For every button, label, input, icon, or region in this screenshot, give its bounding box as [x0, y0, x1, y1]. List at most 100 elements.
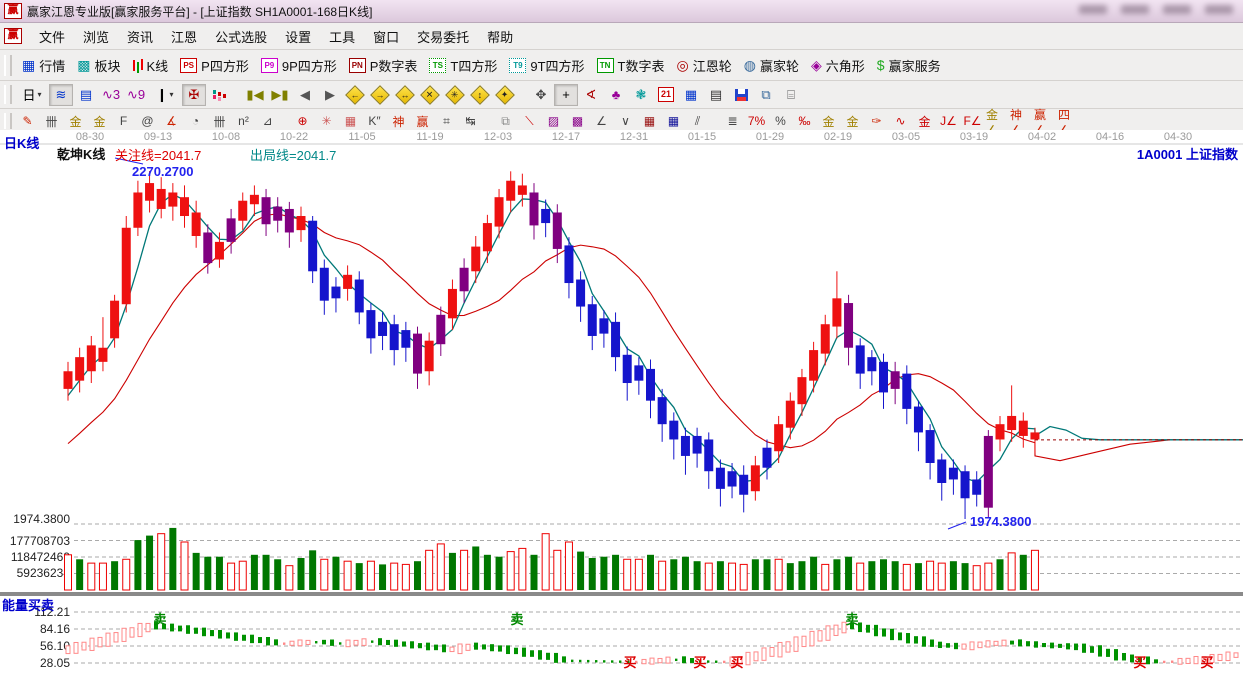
menu-item-7[interactable]: 窗口	[364, 24, 408, 49]
percent-eq-button[interactable]: ‰	[793, 111, 816, 132]
grid-blue-button[interactable]: ▦	[662, 111, 685, 132]
toolbar-grip[interactable]	[4, 85, 12, 104]
f-angle-button[interactable]: F∠	[961, 111, 984, 132]
goto-last-button[interactable]: ▶▮	[268, 84, 292, 106]
menu-item-9[interactable]: 帮助	[478, 24, 522, 49]
kline-button[interactable]: K线	[127, 53, 175, 78]
export-tool-button[interactable]: ⧉	[754, 84, 778, 106]
star-web-button[interactable]: ✳	[315, 111, 338, 132]
9p-square-button[interactable]: P99P四方形	[255, 53, 343, 78]
kline-chart[interactable]: 08-3009-1310-0810-2211-0511-1912-0312-17…	[0, 130, 1243, 677]
step-forward-button[interactable]: ▶	[318, 84, 342, 106]
f-fence-button[interactable]: F	[112, 111, 135, 132]
winner-service-button[interactable]: $赢家服务	[871, 53, 947, 78]
step-back-button[interactable]: ◀	[293, 84, 317, 106]
ray-fan-button[interactable]: ⟍	[518, 111, 541, 132]
fit-view-button[interactable]: ✦	[493, 84, 517, 106]
gold-fence-a-button[interactable]: 金	[64, 111, 87, 132]
window-control-faded[interactable]	[1163, 5, 1191, 14]
gann-flower-button[interactable]: ♣	[604, 84, 628, 106]
parallel-lines-button[interactable]: ⫽	[686, 111, 709, 132]
shen-grid-button[interactable]: 神	[387, 111, 410, 132]
zigzag-tool-button[interactable]: ≋	[49, 84, 73, 106]
target-tool-button[interactable]: ⊕	[291, 111, 314, 132]
sectors-button[interactable]: ▩板块	[71, 53, 126, 78]
chart-area[interactable]: 08-3009-1310-0810-2211-0511-1912-0312-17…	[0, 130, 1243, 677]
menu-item-6[interactable]: 工具	[320, 24, 364, 49]
v-wave-button[interactable]: ∨	[614, 111, 637, 132]
histogram-tool-button[interactable]	[207, 84, 231, 106]
flag-tool-button[interactable]: ⊿	[256, 111, 279, 132]
pattern-tool-button[interactable]: ✠	[182, 84, 206, 106]
draw-pencil-button[interactable]: ✎	[16, 111, 39, 132]
p-number-table-button[interactable]: PNP数字表	[343, 53, 424, 78]
notes-tool-button[interactable]: ▤	[74, 84, 98, 106]
calculator-tool-button[interactable]: ▦	[679, 84, 703, 106]
menu-item-2[interactable]: 资讯	[118, 24, 162, 49]
brush-tool-button[interactable]: ✑	[865, 111, 888, 132]
gann-fence-button[interactable]: 卌	[40, 111, 63, 132]
goto-first-button[interactable]: ▮◀	[243, 84, 267, 106]
pattern-teal-button[interactable]: ❃	[629, 84, 653, 106]
angle-measure-button[interactable]: ∢	[579, 84, 603, 106]
period-day-button[interactable]: 日▾	[16, 84, 48, 106]
p-square-button[interactable]: PSP四方形	[174, 53, 255, 78]
t-number-table-button[interactable]: TNT数字表	[591, 53, 671, 78]
n2-fence-button[interactable]: n²	[232, 111, 255, 132]
report-tool-button[interactable]: ▤	[704, 84, 728, 106]
hexagon-button[interactable]: ◈六角形	[805, 53, 871, 78]
crosshair-tool-button[interactable]: +	[554, 84, 578, 106]
expand-all-button[interactable]: ✳	[443, 84, 467, 106]
trend-angle-button[interactable]: ∠	[590, 111, 613, 132]
wave-9-button[interactable]: ∿9	[124, 84, 148, 106]
workstation-tool-button[interactable]: ⌸	[779, 84, 803, 106]
box-tool-button[interactable]: ⧉	[494, 111, 517, 132]
window-controls[interactable]	[1079, 5, 1233, 14]
scroll-right-button[interactable]: →	[368, 84, 392, 106]
menu-item-5[interactable]: 设置	[276, 24, 320, 49]
spiral-tool-button[interactable]: @	[136, 111, 159, 132]
calendar-21-button[interactable]: 21	[654, 84, 678, 106]
winner-wheel-button[interactable]: ◍赢家轮	[738, 53, 805, 78]
menu-item-3[interactable]: 江恩	[162, 24, 206, 49]
fence-2-button[interactable]: 卌	[208, 111, 231, 132]
angle-pencil-button[interactable]: ∡	[160, 111, 183, 132]
time-cycle-button[interactable]: ◔	[184, 111, 207, 132]
window-control-faded[interactable]	[1079, 5, 1107, 14]
gold-ring-button[interactable]: 金	[817, 111, 840, 132]
hand-tool-button[interactable]: ✥	[529, 84, 553, 106]
wave-levels-button[interactable]: ∿	[889, 111, 912, 132]
period-label[interactable]: 日K线	[4, 133, 39, 152]
expand-horizontal-button[interactable]: ↔	[393, 84, 417, 106]
scroll-left-button[interactable]: ←	[343, 84, 367, 106]
gold-red-button[interactable]: 金	[913, 111, 936, 132]
si-angle-button[interactable]: 四∠	[1057, 111, 1080, 132]
9t-square-button[interactable]: T99T四方形	[503, 53, 590, 78]
menu-item-4[interactable]: 公式选股	[206, 24, 276, 49]
quotes-button[interactable]: ▦行情	[16, 53, 71, 78]
k-quote-button[interactable]: K″	[363, 111, 386, 132]
box-rays-button[interactable]: ▩	[566, 111, 589, 132]
compress-tool-button[interactable]: ↹	[459, 111, 482, 132]
gann-wheel-button[interactable]: ◎江恩轮	[671, 53, 738, 78]
ying-angle-button[interactable]: 赢∠	[1033, 111, 1056, 132]
percent-button[interactable]: %	[769, 111, 792, 132]
gold-angle-button[interactable]: 金∠	[985, 111, 1008, 132]
percent-strike-button[interactable]: 7%	[745, 111, 768, 132]
toolbar-grip[interactable]	[4, 113, 12, 130]
window-control-faded[interactable]	[1205, 5, 1233, 14]
level-table-button[interactable]: ≣	[721, 111, 744, 132]
menu-item-0[interactable]: 文件	[30, 24, 74, 49]
wave-3-button[interactable]: ∿3	[99, 84, 123, 106]
gold-levels-button[interactable]: 金	[841, 111, 864, 132]
toolbar-grip[interactable]	[4, 55, 12, 76]
shen-angle-button[interactable]: 神∠	[1009, 111, 1032, 132]
zoom-vertical-button[interactable]: ↕	[468, 84, 492, 106]
window-control-faded[interactable]	[1121, 5, 1149, 14]
gold-fence-b-button[interactable]: 金	[88, 111, 111, 132]
ying-grid-button[interactable]: 赢	[411, 111, 434, 132]
indicator-name-label[interactable]: 能量买卖	[2, 595, 54, 614]
grid-red-button[interactable]: ▦	[638, 111, 661, 132]
style-dropdown-arrow-icon[interactable]: ▼	[60, 156, 67, 163]
candle-style-button[interactable]: ❙▾	[149, 84, 181, 106]
